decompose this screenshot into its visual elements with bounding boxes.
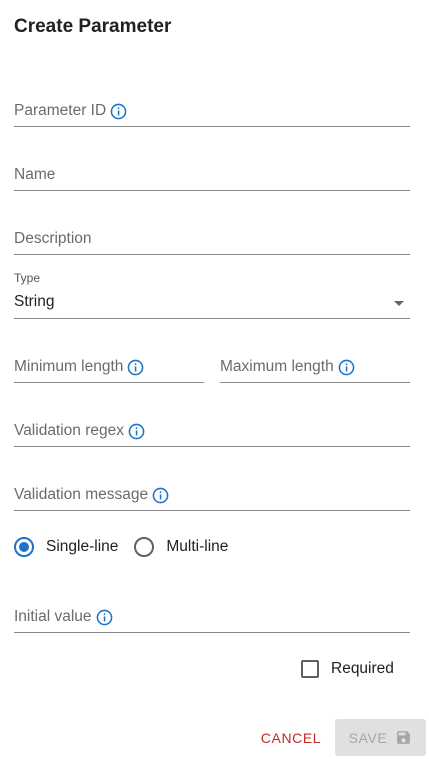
name-label: Name <box>14 166 56 183</box>
validation-message-label: Validation message <box>14 486 149 503</box>
radio-unchecked-icon[interactable] <box>134 537 155 557</box>
radio-checked-icon[interactable] <box>14 537 34 557</box>
description-label: Description <box>14 230 92 247</box>
radio-multi-line[interactable]: Multi-line <box>134 537 228 557</box>
info-icon[interactable] <box>110 103 127 120</box>
radio-multi-line-label: Multi-line <box>166 538 229 555</box>
dropdown-arrow-icon[interactable] <box>394 301 404 306</box>
info-icon[interactable] <box>128 423 145 440</box>
maximum-length-field[interactable]: Maximum length <box>220 349 410 383</box>
validation-regex-label: Validation regex <box>14 422 125 439</box>
maximum-length-label: Maximum length <box>220 358 334 375</box>
type-select-value: String <box>14 293 55 310</box>
save-button[interactable]: SAVE <box>335 719 426 756</box>
info-icon[interactable] <box>152 487 169 504</box>
save-button-label: SAVE <box>348 729 388 746</box>
parameter-id-field[interactable]: Parameter ID <box>14 93 410 127</box>
floppy-disk-icon <box>395 729 412 746</box>
dialog-title: Create Parameter <box>14 16 172 37</box>
required-checkbox-row[interactable]: Required <box>301 660 394 678</box>
line-mode-radio-group: Single-line Multi-line <box>14 537 244 557</box>
radio-single-line-label: Single-line <box>46 538 119 555</box>
create-parameter-dialog: Create Parameter Parameter ID Name Descr… <box>0 0 429 759</box>
required-checkbox[interactable] <box>301 660 319 678</box>
validation-message-field[interactable]: Validation message <box>14 477 410 511</box>
description-field[interactable]: Description <box>14 221 410 255</box>
parameter-id-label: Parameter ID <box>14 102 107 119</box>
cancel-button[interactable]: CANCEL <box>256 724 326 752</box>
name-field[interactable]: Name <box>14 157 410 191</box>
initial-value-field[interactable]: Initial value <box>14 599 410 633</box>
required-label: Required <box>331 660 394 677</box>
initial-value-label: Initial value <box>14 608 92 625</box>
info-icon[interactable] <box>338 359 355 376</box>
radio-single-line[interactable]: Single-line <box>14 537 118 557</box>
type-select[interactable]: String <box>14 286 410 319</box>
validation-regex-field[interactable]: Validation regex <box>14 413 410 447</box>
minimum-length-label: Minimum length <box>14 358 124 375</box>
info-icon[interactable] <box>127 359 144 376</box>
minimum-length-field[interactable]: Minimum length <box>14 349 204 383</box>
type-label: Type <box>14 271 41 285</box>
info-icon[interactable] <box>96 609 113 626</box>
